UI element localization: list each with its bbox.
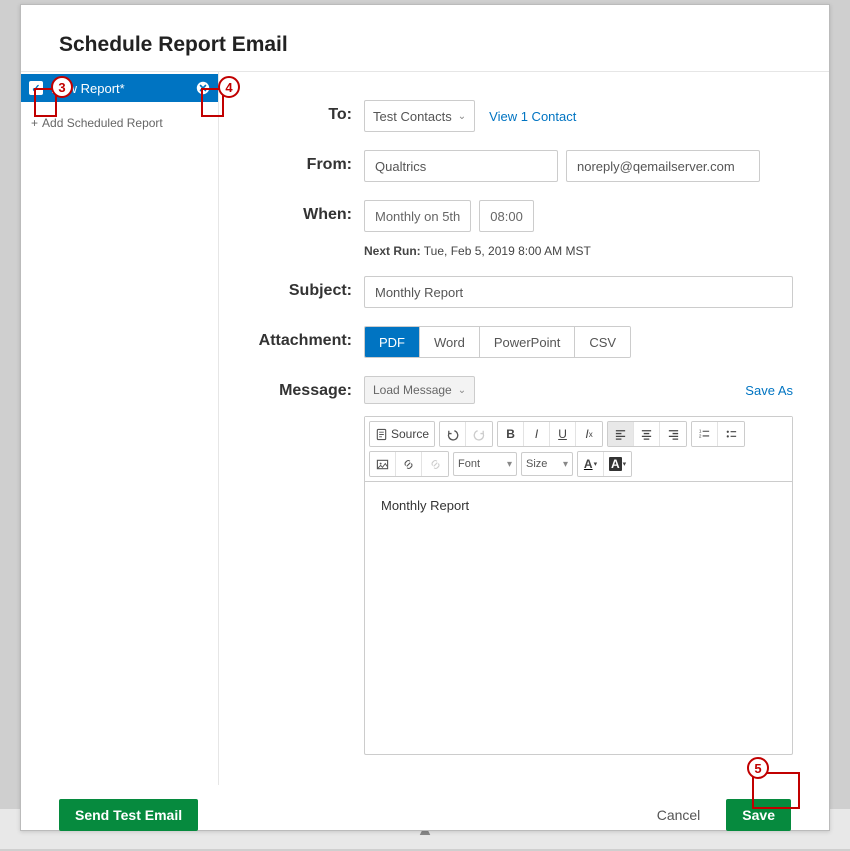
when-time-dropdown[interactable]: 08:00 xyxy=(479,200,534,232)
font-select[interactable]: Font▾ xyxy=(453,452,517,476)
unlink-button[interactable] xyxy=(422,452,448,476)
close-icon[interactable] xyxy=(196,81,210,95)
when-rule-dropdown[interactable]: Monthly on 5th xyxy=(364,200,471,232)
from-name-input[interactable] xyxy=(364,150,558,182)
add-scheduled-report-label: Add Scheduled Report xyxy=(42,116,163,130)
form-main: To: Test Contacts ⌄ View 1 Contact From: xyxy=(219,72,829,785)
bold-button[interactable]: B xyxy=(498,422,524,446)
ol-icon: 12 xyxy=(698,428,711,441)
next-run-text: Next Run: Tue, Feb 5, 2019 8:00 AM MST xyxy=(364,244,793,258)
to-selection: Test Contacts xyxy=(373,109,452,124)
label-message: Message: xyxy=(219,376,364,400)
underline-button[interactable]: U xyxy=(550,422,576,446)
save-button[interactable]: Save xyxy=(726,799,791,831)
svg-text:2: 2 xyxy=(699,433,702,438)
cancel-button[interactable]: Cancel xyxy=(641,799,717,831)
text-color-button[interactable]: A▾ xyxy=(578,452,604,476)
undo-button[interactable] xyxy=(440,422,466,446)
load-message-dropdown[interactable]: Load Message ⌄ xyxy=(364,376,475,404)
save-as-link[interactable]: Save As xyxy=(745,383,793,398)
numbered-list-button[interactable]: 12 xyxy=(692,422,718,446)
plus-icon: + xyxy=(31,116,38,130)
caret-down-icon: ▾ xyxy=(507,459,512,470)
bg-color-button[interactable]: A▾ xyxy=(604,452,631,476)
ul-icon xyxy=(725,428,738,441)
sidebar-item-label: New Report* xyxy=(51,81,125,96)
view-contacts-link[interactable]: View 1 Contact xyxy=(489,109,576,124)
label-to: To: xyxy=(219,100,364,124)
attachment-pdf[interactable]: PDF xyxy=(365,327,420,357)
subject-input[interactable] xyxy=(364,276,793,308)
link-button[interactable] xyxy=(396,452,422,476)
chevron-down-icon: ⌄ xyxy=(458,111,466,122)
checkbox-icon[interactable]: ✓ xyxy=(29,81,43,95)
align-left-button[interactable] xyxy=(608,422,634,446)
attachment-word[interactable]: Word xyxy=(420,327,480,357)
image-icon xyxy=(376,458,389,471)
field-message: Message: Load Message ⌄ Save As xyxy=(219,376,793,755)
editor-toolbar: Source B I xyxy=(365,417,792,482)
label-subject: Subject: xyxy=(219,276,364,300)
attachment-powerpoint[interactable]: PowerPoint xyxy=(480,327,575,357)
size-select[interactable]: Size▾ xyxy=(521,452,573,476)
field-when: When: Monthly on 5th 08:00 Next Run: Tue… xyxy=(219,200,793,258)
clear-format-button[interactable]: Ix xyxy=(576,422,602,446)
field-subject: Subject: xyxy=(219,276,793,308)
image-button[interactable] xyxy=(370,452,396,476)
redo-button[interactable] xyxy=(466,422,492,446)
send-test-email-button[interactable]: Send Test Email xyxy=(59,799,198,831)
label-when: When: xyxy=(219,200,364,224)
editor-content[interactable]: Monthly Report xyxy=(365,482,792,754)
chevron-down-icon: ⌄ xyxy=(458,385,466,396)
align-right-icon xyxy=(667,428,680,441)
field-from: From: xyxy=(219,150,793,182)
field-to: To: Test Contacts ⌄ View 1 Contact xyxy=(219,100,793,132)
redo-icon xyxy=(473,428,486,441)
align-center-icon xyxy=(640,428,653,441)
caret-down-icon: ▾ xyxy=(563,459,568,470)
schedule-report-modal: Schedule Report Email ✓ New Report* + Add… xyxy=(20,4,830,831)
to-dropdown[interactable]: Test Contacts ⌄ xyxy=(364,100,475,132)
source-button[interactable]: Source xyxy=(370,422,434,446)
label-attachment: Attachment: xyxy=(219,326,364,350)
sidebar-item-report[interactable]: ✓ New Report* xyxy=(21,74,218,102)
add-scheduled-report[interactable]: + Add Scheduled Report xyxy=(21,102,218,144)
rich-text-editor: Source B I xyxy=(364,416,793,755)
modal-footer: Send Test Email Cancel Save xyxy=(21,785,829,851)
italic-button[interactable]: I xyxy=(524,422,550,446)
unlink-icon xyxy=(429,458,442,471)
attachment-csv[interactable]: CSV xyxy=(575,327,630,357)
bullet-list-button[interactable] xyxy=(718,422,744,446)
link-icon xyxy=(402,458,415,471)
from-email-input[interactable] xyxy=(566,150,760,182)
attachment-segmented: PDF Word PowerPoint CSV xyxy=(364,326,631,358)
align-right-button[interactable] xyxy=(660,422,686,446)
align-left-icon xyxy=(614,428,627,441)
field-attachment: Attachment: PDF Word PowerPoint CSV xyxy=(219,326,793,358)
sidebar: ✓ New Report* + Add Scheduled Report xyxy=(21,72,219,785)
modal-title: Schedule Report Email xyxy=(21,5,829,67)
align-center-button[interactable] xyxy=(634,422,660,446)
undo-icon xyxy=(446,428,459,441)
label-from: From: xyxy=(219,150,364,174)
document-icon xyxy=(375,428,388,441)
